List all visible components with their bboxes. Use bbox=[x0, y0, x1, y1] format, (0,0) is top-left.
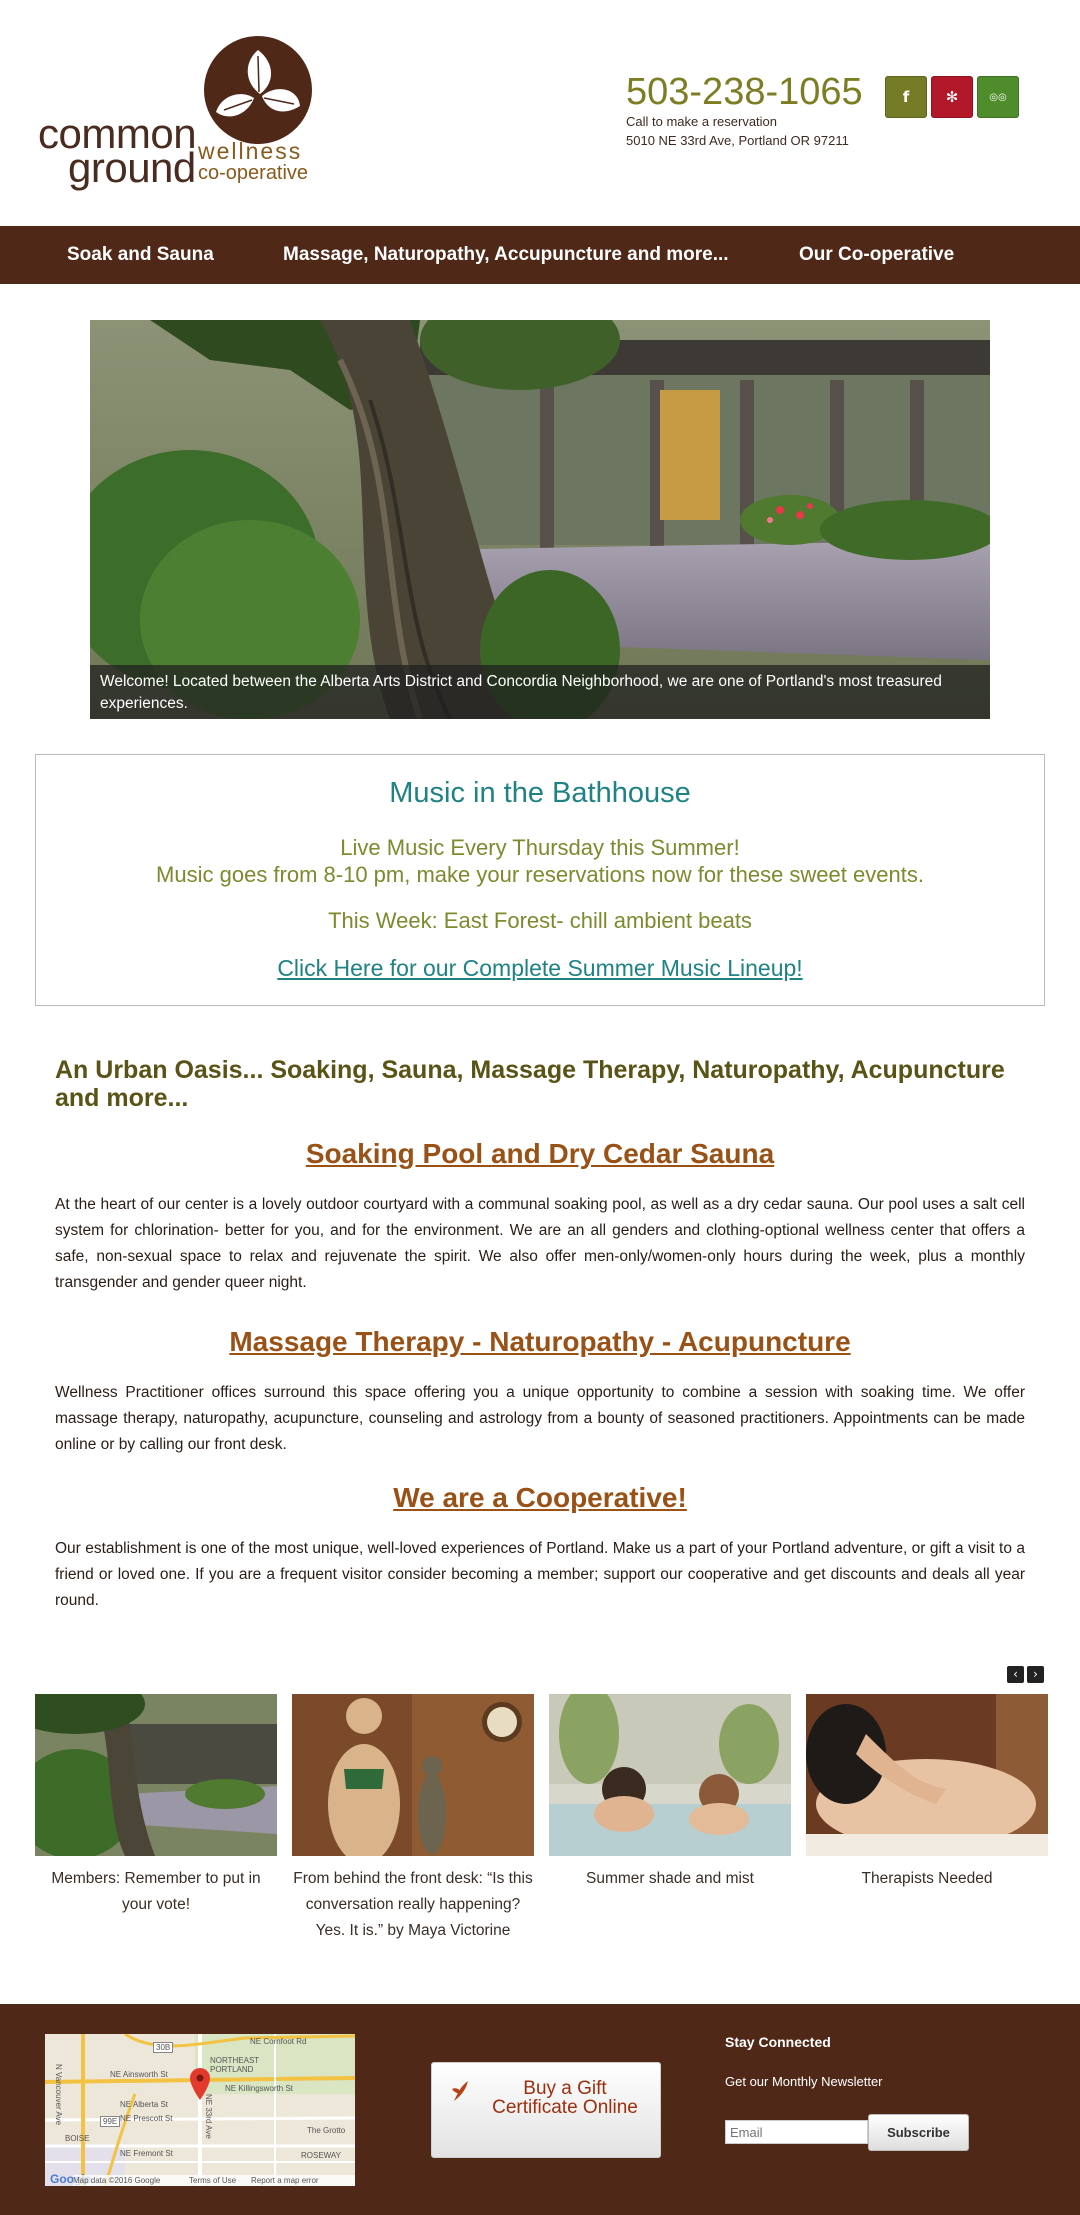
map-label: NE Fremont St bbox=[120, 2149, 173, 2158]
map-label: ROSEWAY bbox=[301, 2151, 342, 2160]
slide-image-massage[interactable] bbox=[806, 1694, 1048, 1856]
map-label: 99E bbox=[100, 2116, 121, 2127]
nav-item-cooperative[interactable]: Our Co-operative bbox=[799, 226, 954, 284]
carousel-slide[interactable]: Members: Remember to put in your vote! bbox=[35, 1694, 277, 1918]
trillium-logo-icon bbox=[204, 36, 312, 144]
main-content: An Urban Oasis... Soaking, Sauna, Massag… bbox=[55, 1056, 1025, 1614]
section-text-soaking: At the heart of our center is a lovely o… bbox=[55, 1196, 1025, 1291]
newsletter-email-input[interactable] bbox=[725, 2120, 868, 2144]
map-label: NE Prescott St bbox=[120, 2114, 173, 2123]
map-label: The Grotto bbox=[307, 2126, 346, 2135]
reservation-text: Call to make a reservation bbox=[626, 114, 778, 129]
map-label: NE 33rd Ave bbox=[204, 2094, 213, 2139]
slide-caption: From behind the front desk: “Is this con… bbox=[293, 1870, 533, 1939]
map-label: NE Ainsworth St bbox=[110, 2070, 168, 2079]
courtyard-photo bbox=[90, 320, 990, 719]
hero-image: Welcome! Located between the Alberta Art… bbox=[90, 320, 990, 719]
slide-image-courtyard[interactable] bbox=[35, 1694, 277, 1856]
music-lineup-link[interactable]: Click Here for our Complete Summer Music… bbox=[36, 955, 1044, 982]
map-label: NE Cornfoot Rd bbox=[250, 2037, 307, 2046]
logo-text-ground: ground bbox=[68, 144, 196, 191]
slide-caption: Summer shade and mist bbox=[586, 1870, 754, 1887]
section-title-cooperative[interactable]: We are a Cooperative! bbox=[55, 1482, 1025, 1514]
gift-certificate-button[interactable]: Buy a Gift Certificate Online bbox=[431, 2062, 661, 2158]
stay-connected-heading: Stay Connected bbox=[725, 2034, 831, 2050]
music-line-1: Live Music Every Thursday this Summer! bbox=[340, 835, 740, 860]
map-label: N Vancouver Ave bbox=[54, 2064, 63, 2126]
yelp-icon[interactable]: ✻ bbox=[931, 76, 973, 118]
carousel-slide[interactable]: Summer shade and mist bbox=[549, 1694, 791, 1892]
map-attribution-bar: Map data ©2016 Google Terms of Use Repor… bbox=[73, 2175, 355, 2186]
carousel-next-button[interactable]: › bbox=[1027, 1666, 1044, 1683]
location-map[interactable]: NE Cornfoot Rd NE Ainsworth St NORTHEAST… bbox=[45, 2034, 355, 2186]
section-title-soaking[interactable]: Soaking Pool and Dry Cedar Sauna bbox=[55, 1138, 1025, 1170]
map-label: PORTLAND bbox=[210, 2065, 254, 2074]
map-label: 30B bbox=[153, 2042, 174, 2053]
music-line-2: Music goes from 8-10 pm, make your reser… bbox=[156, 862, 924, 887]
site-header: common ground wellness co-operative 503-… bbox=[0, 0, 1080, 226]
slide-image-front-desk[interactable] bbox=[292, 1694, 534, 1856]
carousel-slide[interactable]: From behind the front desk: “Is this con… bbox=[292, 1694, 534, 1944]
tripadvisor-icon[interactable]: ◎◎ bbox=[977, 76, 1019, 118]
map-terms-link[interactable]: Terms of Use bbox=[189, 2176, 236, 2185]
section-title-massage[interactable]: Massage Therapy - Naturopathy - Acupunct… bbox=[55, 1326, 1025, 1358]
main-nav: Soak and Sauna Massage, Naturopathy, Acc… bbox=[0, 226, 1080, 284]
newsletter-label: Get our Monthly Newsletter bbox=[725, 2074, 883, 2089]
map-report-link[interactable]: Report a map error bbox=[251, 2176, 319, 2185]
section-text-cooperative: Our establishment is one of the most uni… bbox=[55, 1540, 1025, 1609]
contact-block: 503-238-1065 Call to make a reservation … bbox=[626, 72, 863, 150]
address-text: 5010 NE 33rd Ave, Portland OR 97211 bbox=[626, 133, 849, 148]
music-announcement: Music in the Bathhouse Live Music Every … bbox=[35, 754, 1045, 1006]
map-attribution: Map data ©2016 Google bbox=[73, 2176, 161, 2185]
logo-text-wellness: wellness bbox=[198, 138, 303, 164]
slide-caption: Therapists Needed bbox=[861, 1870, 993, 1887]
carousel-slide[interactable]: Therapists Needed bbox=[806, 1694, 1048, 1892]
map-label: NE Alberta St bbox=[120, 2100, 169, 2109]
map-label: BOISE bbox=[65, 2134, 90, 2143]
music-title: Music in the Bathhouse bbox=[389, 777, 691, 809]
facebook-icon[interactable]: f bbox=[885, 76, 927, 118]
slide-image-pool[interactable] bbox=[549, 1694, 791, 1856]
nav-item-soak-sauna[interactable]: Soak and Sauna bbox=[67, 226, 214, 284]
map-label: NE Killingsworth St bbox=[225, 2084, 294, 2093]
slide-caption: Members: Remember to put in your vote! bbox=[51, 1870, 261, 1913]
subscribe-button[interactable]: Subscribe bbox=[868, 2114, 969, 2151]
hero-caption: Welcome! Located between the Alberta Art… bbox=[90, 665, 990, 719]
site-footer: NE Cornfoot Rd NE Ainsworth St NORTHEAST… bbox=[0, 2004, 1080, 2215]
leaf-icon bbox=[452, 2081, 468, 2101]
page-tagline: An Urban Oasis... Soaking, Sauna, Massag… bbox=[55, 1056, 1005, 1112]
section-text-massage: Wellness Practitioner offices surround t… bbox=[55, 1384, 1025, 1453]
site-logo[interactable]: common ground wellness co-operative bbox=[38, 36, 328, 196]
phone-number[interactable]: 503-238-1065 bbox=[626, 72, 863, 112]
map-label: NORTHEAST bbox=[210, 2056, 260, 2065]
music-this-week: This Week: East Forest- chill ambient be… bbox=[328, 908, 752, 933]
gift-certificate-label: Buy a Gift Certificate Online bbox=[492, 2078, 638, 2118]
nav-item-massage[interactable]: Massage, Naturopathy, Accupuncture and m… bbox=[283, 226, 729, 284]
map-pin-icon[interactable] bbox=[190, 2068, 210, 2100]
carousel-prev-button[interactable]: ‹ bbox=[1007, 1666, 1024, 1683]
logo-text-coop: co-operative bbox=[198, 162, 309, 184]
